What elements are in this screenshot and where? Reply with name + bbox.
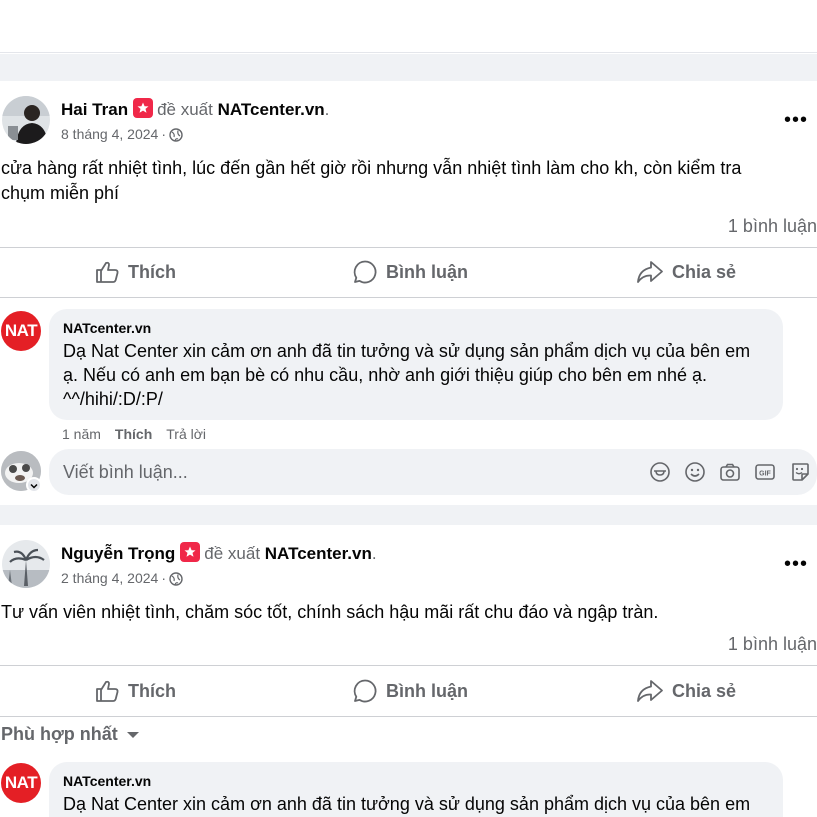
reply-author[interactable]: NATcenter.vn: [63, 772, 769, 790]
camera-icon[interactable]: [719, 461, 741, 483]
reply-text: Dạ Nat Center xin cảm ơn anh đã tin tưởn…: [63, 794, 751, 814]
more-options-icon[interactable]: •••: [783, 554, 809, 578]
like-button[interactable]: Thích: [94, 667, 176, 715]
post-meta: 2 tháng 4, 2024 ·: [61, 569, 377, 590]
share-label: Chia sẻ: [672, 261, 737, 282]
comment-sort-button[interactable]: Phù hợp nhất: [1, 724, 140, 745]
reply-text: Dạ Nat Center xin cảm ơn anh đã tin tưởn…: [63, 341, 751, 409]
review-post: Hai Tran đề xuất NATcenter.vn. 8 tháng 4,…: [0, 81, 817, 505]
author-name[interactable]: Nguyễn Trọng: [61, 544, 175, 563]
sort-label: Phù hợp nhất: [1, 724, 118, 744]
divider: [0, 297, 817, 298]
recommend-icon: [133, 98, 154, 118]
comment-input-tools: GIF: [649, 461, 811, 483]
globe-icon: [169, 128, 183, 146]
comment-count[interactable]: 1 bình luận: [728, 634, 817, 655]
divider: [0, 716, 817, 717]
post-title-line: Nguyễn Trọng đề xuất NATcenter.vn.: [61, 542, 377, 563]
comment-bubble-icon: [352, 259, 378, 285]
post-title-line: Hai Tran đề xuất NATcenter.vn.: [61, 98, 330, 119]
page-avatar[interactable]: NAT: [1, 311, 41, 351]
reply-time[interactable]: 1 năm: [62, 426, 101, 442]
page-avatar-logo-text: NAT: [4, 321, 38, 340]
page-avatar-logo-text: NAT: [4, 773, 38, 792]
globe-icon: [169, 572, 183, 590]
post-date[interactable]: 2 tháng 4, 2024: [61, 570, 158, 586]
avatar-sticker-icon[interactable]: [649, 461, 671, 483]
sticker-icon[interactable]: [789, 461, 811, 483]
svg-text:GIF: GIF: [759, 471, 771, 478]
like-label: Thích: [128, 680, 176, 701]
author-avatar[interactable]: [2, 96, 50, 144]
comment-bubble-icon: [352, 678, 378, 704]
share-label: Chia sẻ: [672, 680, 737, 701]
share-arrow-icon: [636, 678, 664, 704]
comment-label: Bình luận: [386, 680, 468, 701]
post-meta: 8 tháng 4, 2024 ·: [61, 125, 329, 146]
share-button[interactable]: Chia sẻ: [636, 248, 736, 296]
recommend-icon: [180, 542, 201, 562]
comment-button[interactable]: Bình luận: [352, 248, 468, 296]
post-header: Nguyễn Trọng đề xuất NATcenter.vn. 2 thán…: [61, 542, 377, 590]
like-button[interactable]: Thích: [94, 248, 176, 296]
caret-down-icon: [126, 724, 140, 745]
divider: [0, 665, 817, 666]
comment-input-placeholder: Viết bình luận...: [63, 462, 188, 482]
avatar-sticker-icon[interactable]: [26, 477, 42, 493]
post-header: Hai Tran đề xuất NATcenter.vn. 8 tháng 4,…: [61, 98, 329, 146]
feed-separator: [0, 505, 817, 525]
comment-button[interactable]: Bình luận: [352, 667, 468, 715]
gif-icon[interactable]: GIF: [754, 461, 776, 483]
post-date[interactable]: 8 tháng 4, 2024: [61, 126, 158, 142]
post-actions: Thích Bình luận Chia sẻ: [0, 248, 817, 296]
feed-separator: [0, 54, 817, 81]
review-post: Nguyễn Trọng đề xuất NATcenter.vn. 2 thán…: [0, 525, 817, 817]
comment-label: Bình luận: [386, 261, 468, 282]
reply-reply-button[interactable]: Trả lời: [166, 426, 206, 442]
recommend-label: đề xuất: [157, 100, 213, 119]
recommended-page-link[interactable]: NATcenter.vn: [265, 544, 372, 563]
author-name[interactable]: Hai Tran: [61, 100, 128, 119]
author-avatar[interactable]: [2, 540, 50, 588]
reply-bubble: NATcenter.vn Dạ Nat Center xin cảm ơn an…: [49, 309, 783, 420]
reply-like-button[interactable]: Thích: [115, 426, 152, 442]
post-text: cửa hàng rất nhiệt tình, lúc đến gần hết…: [1, 158, 742, 203]
reply-meta: 1 năm Thích Trả lời: [62, 426, 220, 442]
share-arrow-icon: [636, 259, 664, 285]
post-text: Tư vấn viên nhiệt tình, chăm sóc tốt, ch…: [1, 602, 659, 622]
emoji-icon[interactable]: [684, 461, 706, 483]
comment-input[interactable]: Viết bình luận... GIF: [49, 449, 817, 495]
share-button[interactable]: Chia sẻ: [636, 667, 736, 715]
comment-count[interactable]: 1 bình luận: [728, 216, 817, 237]
previous-post-bottom: [0, 0, 817, 53]
more-options-icon[interactable]: •••: [783, 110, 809, 134]
page-avatar[interactable]: NAT: [1, 763, 41, 803]
thumbs-up-icon: [94, 678, 120, 704]
recommended-page-link[interactable]: NATcenter.vn: [218, 100, 325, 119]
reply-author[interactable]: NATcenter.vn: [63, 319, 769, 337]
recommend-label: đề xuất: [204, 544, 261, 563]
post-actions: Thích Bình luận Chia sẻ: [0, 667, 817, 715]
thumbs-up-icon: [94, 259, 120, 285]
like-label: Thích: [128, 261, 176, 282]
write-comment-row: Viết bình luận... GIF: [0, 449, 817, 495]
reply-bubble: NATcenter.vn Dạ Nat Center xin cảm ơn an…: [49, 762, 783, 817]
